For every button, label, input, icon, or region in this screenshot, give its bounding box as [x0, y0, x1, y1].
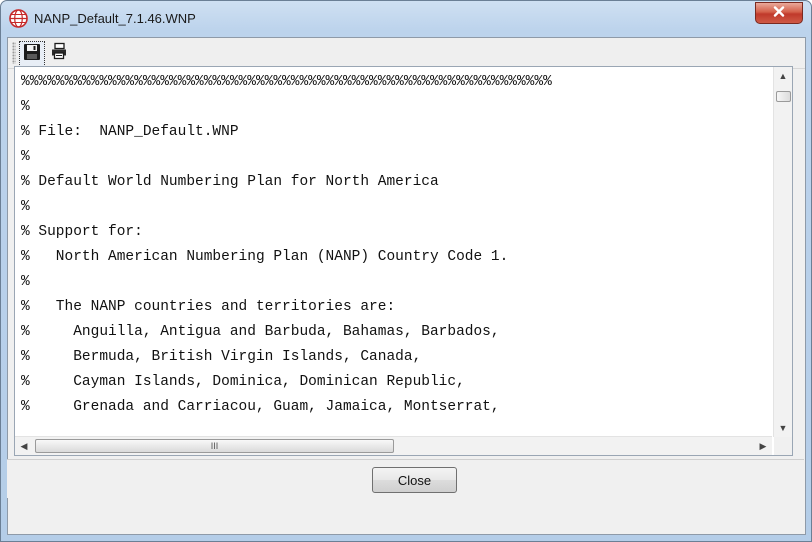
print-button[interactable]	[47, 41, 71, 65]
text-line: % Anguilla, Antigua and Barbuda, Bahamas…	[21, 324, 500, 340]
text-line: % Cayman Islands, Dominica, Dominican Re…	[21, 374, 465, 390]
scroll-grip: III	[210, 441, 219, 451]
window-title: NANP_Default_7.1.46.WNP	[34, 11, 196, 26]
text-line: %	[21, 149, 30, 165]
text-line: % Support for:	[21, 224, 143, 240]
vertical-scroll-thumb[interactable]	[776, 91, 791, 102]
globe-icon	[9, 9, 28, 28]
text-line: % Bermuda, British Virgin Islands, Canad…	[21, 349, 422, 365]
horizontal-scrollbar[interactable]: ◀ III ▶	[15, 436, 772, 455]
scroll-left-arrow-icon[interactable]: ◀	[15, 437, 33, 455]
horizontal-scroll-thumb[interactable]: III	[35, 439, 394, 453]
printer-icon	[50, 42, 68, 65]
title-bar[interactable]: NANP_Default_7.1.46.WNP	[1, 1, 811, 37]
text-line: %%%%%%%%%%%%%%%%%%%%%%%%%%%%%%%%%%%%%%%%…	[21, 74, 552, 90]
dialog-window: NANP_Default_7.1.46.WNP %%%%%%%%%%%%%%%%…	[0, 0, 812, 542]
text-line: % Default World Numbering Plan for North…	[21, 174, 439, 190]
vertical-scrollbar[interactable]: ▲ ▼	[773, 67, 792, 437]
text-viewport[interactable]: %%%%%%%%%%%%%%%%%%%%%%%%%%%%%%%%%%%%%%%%…	[15, 67, 772, 437]
text-line: % The NANP countries and territories are…	[21, 299, 396, 315]
button-bar: Close	[7, 459, 804, 498]
scroll-right-arrow-icon[interactable]: ▶	[754, 437, 772, 455]
text-line: %	[21, 274, 30, 290]
scroll-down-arrow-icon[interactable]: ▼	[774, 419, 792, 437]
save-button[interactable]	[19, 41, 45, 67]
window-close-button[interactable]	[755, 2, 803, 24]
scrollbar-corner	[774, 437, 792, 455]
text-line: % File: NANP_Default.WNP	[21, 124, 239, 140]
floppy-disk-icon	[23, 43, 41, 66]
close-button[interactable]: Close	[372, 467, 457, 493]
toolbar	[8, 38, 805, 69]
text-line: %	[21, 99, 30, 115]
toolbar-grip[interactable]	[12, 42, 16, 64]
close-x-icon	[773, 4, 785, 22]
text-line: %	[21, 199, 30, 215]
scroll-up-arrow-icon[interactable]: ▲	[774, 67, 792, 85]
file-text-area[interactable]: %%%%%%%%%%%%%%%%%%%%%%%%%%%%%%%%%%%%%%%%…	[14, 66, 793, 456]
text-line: % Grenada and Carriacou, Guam, Jamaica, …	[21, 399, 500, 415]
text-line: % North American Numbering Plan (NANP) C…	[21, 249, 509, 265]
